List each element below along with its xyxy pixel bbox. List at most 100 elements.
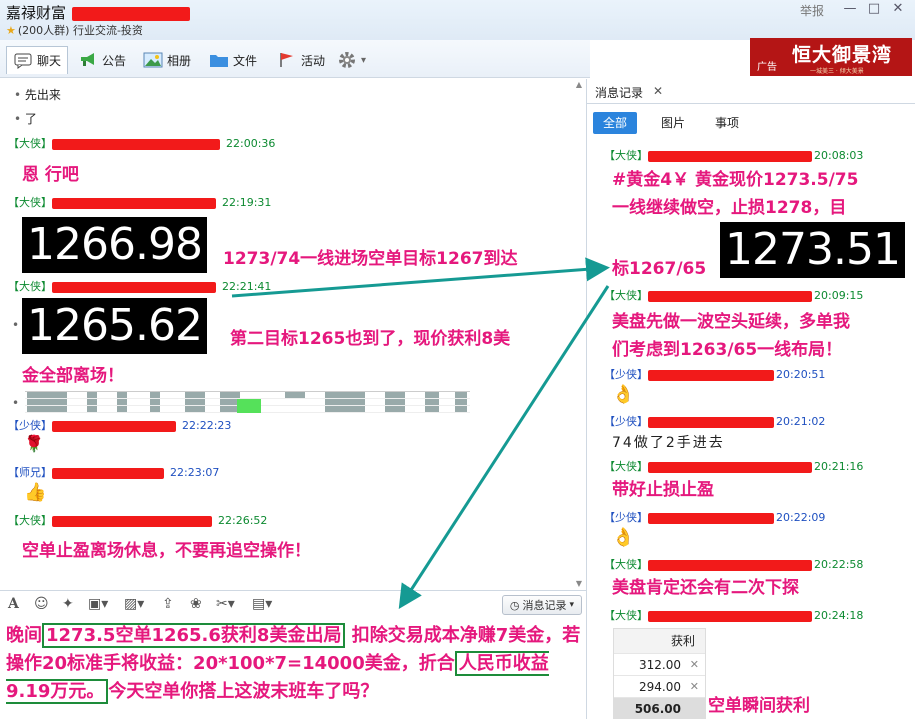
folder-icon [209, 51, 229, 69]
message-sender[interactable]: 【大侠】 20:09:15 [604, 287, 863, 303]
shake-icon[interactable]: ❀ [190, 596, 202, 612]
message-sender[interactable]: 【少侠】 20:22:09 [604, 509, 825, 525]
report-link[interactable]: 举报 [800, 2, 824, 19]
filter-images[interactable]: 图片 [651, 112, 695, 134]
message-text: 们考虑到1263/65一线布局！ [612, 340, 843, 360]
group-meta: ★ (200人群) 行业交流-投资 [6, 24, 143, 37]
chat-scrollbar[interactable]: ▲ ▼ [573, 80, 585, 588]
list-item: • 先出来 [14, 88, 61, 102]
ok-hand-icon: 👌 [612, 384, 635, 405]
message-sender[interactable]: 【大侠】 20:22:58 [604, 556, 863, 572]
redacted-block [52, 281, 216, 293]
settings-menu[interactable]: ▾ [337, 46, 366, 74]
scroll-down-icon[interactable]: ▼ [573, 579, 585, 588]
tab-files[interactable]: 文件 [209, 46, 257, 74]
font-icon[interactable]: A [8, 596, 19, 612]
message-sender[interactable]: 【少侠】 20:20:51 [604, 366, 825, 382]
list-item: • 了 [14, 112, 37, 126]
ad-banner[interactable]: 广告 恒大御景湾 一城美三 · 倾大美景 [750, 38, 912, 76]
group-name: 嘉禄财富 [6, 4, 67, 22]
chevron-down-icon: ▾ [361, 54, 367, 66]
magic-wand-icon[interactable]: ✦ [62, 596, 74, 612]
redacted-block [648, 416, 774, 428]
gear-icon [337, 51, 357, 69]
price-screenshot: 1266.98 [22, 217, 207, 273]
scissors-icon[interactable]: ✂▾ [216, 596, 235, 612]
highlight-box: 1273.5空单1265.6获利8美金出局 [42, 623, 346, 648]
photo-icon [143, 51, 163, 69]
message-text: 74做了2手进去 [612, 435, 725, 451]
profit-table: 获利 312.00 ✕ 294.00 ✕ 506.00 [613, 628, 706, 719]
message-sender[interactable]: 【少侠】 20:21:02 [604, 413, 825, 429]
message-sender[interactable]: 【大侠】 22:00:36 [8, 135, 275, 151]
tab-album[interactable]: 相册 [143, 46, 191, 74]
price-screenshot: 1265.62 [22, 298, 207, 354]
message-sender[interactable]: 【大侠】 22:19:31 [8, 194, 271, 210]
close-icon[interactable]: ✕ [690, 676, 699, 698]
redacted-block [52, 420, 176, 432]
redacted-block [71, 6, 190, 21]
more-icon[interactable]: ▤▾ [252, 596, 272, 612]
table-header: 获利 [614, 629, 705, 653]
message-text: 美盘肯定还会有二次下探 [612, 578, 799, 598]
maximize-button[interactable]: □ [863, 0, 885, 18]
message-sender[interactable]: 【大侠】 22:21:41 [8, 278, 271, 294]
megaphone-icon [78, 51, 98, 69]
ad-brand: 恒大御景湾 [792, 44, 893, 66]
close-icon[interactable]: ✕ [690, 654, 699, 676]
table-row: 312.00 ✕ [614, 653, 705, 675]
flag-icon [277, 51, 297, 69]
close-button[interactable]: ✕ [887, 0, 909, 18]
upload-icon[interactable]: ⇪ [162, 596, 174, 612]
redacted-block [52, 515, 212, 527]
close-icon[interactable]: ✕ [653, 84, 663, 98]
redacted-block [52, 197, 216, 209]
message-text: 1273/74一线进场空单目标1267到达 [223, 249, 518, 269]
filter-items[interactable]: 事项 [705, 112, 749, 134]
message-sender[interactable]: 【大侠】 20:08:03 [604, 147, 863, 163]
chat-bubble-icon [13, 52, 33, 70]
message-sender[interactable]: 【大侠】 20:24:18 [604, 607, 863, 623]
message-sender[interactable]: 【大侠】 20:21:16 [604, 458, 863, 474]
star-icon: ★ [6, 24, 16, 37]
tab-chat[interactable]: 聊天 [6, 46, 69, 74]
title-bar: 嘉禄财富 ★ (200人群) 行业交流-投资 举报 — □ ✕ [0, 0, 915, 40]
message-sender[interactable]: 【师兄】 22:23:07 [8, 464, 219, 480]
message-sender[interactable]: 【少侠】 22:22:23 [8, 417, 231, 433]
history-tab[interactable]: 消息记录 [595, 84, 643, 101]
message-text: 空单瞬间获利 [708, 696, 810, 716]
message-text: 带好止损止盈 [612, 480, 714, 500]
gift-icon[interactable]: ▣▾ [88, 596, 108, 612]
emoji-icon[interactable]: ☺ [34, 596, 49, 612]
redacted-block [648, 461, 812, 473]
redacted-block [648, 610, 812, 622]
redacted-block [52, 138, 220, 150]
redacted-block [648, 512, 774, 524]
ad-tag: 广告 [757, 62, 777, 73]
message-sender[interactable]: 【大侠】 22:26:52 [8, 512, 267, 528]
redacted-block [648, 369, 774, 381]
redacted-block [52, 467, 164, 479]
table-row: 294.00 ✕ [614, 675, 705, 697]
scroll-up-icon[interactable]: ▲ [573, 80, 585, 89]
ok-hand-icon: 👌 [612, 527, 635, 548]
group-title: 嘉禄财富 [6, 2, 190, 23]
message-text: #黄金4￥ 黄金现价1273.5/75 [612, 170, 859, 190]
clock-icon: ◷ [509, 598, 520, 612]
tab-notice[interactable]: 公告 [78, 46, 126, 74]
minimize-button[interactable]: — [839, 0, 861, 18]
group-toolbar: 聊天 公告 相册 文件 活动 ▾ [0, 40, 590, 78]
image-icon[interactable]: ▨▾ [124, 596, 144, 612]
message-text: 美盘先做一波空头延续，多单我 [612, 312, 850, 332]
rose-icon: 🌹 [24, 434, 44, 453]
filter-all[interactable]: 全部 [593, 112, 638, 134]
ad-slogan: 一城美三 · 倾大美景 [810, 68, 864, 75]
message-history-button[interactable]: ◷ 消息记录 ▾ [502, 595, 582, 615]
message-text: 标1267/65 [612, 259, 707, 279]
thumbs-up-icon: 👍 [24, 482, 47, 503]
redacted-block [648, 150, 812, 162]
redacted-block [648, 559, 812, 571]
message-text: 空单止盈离场休息，不要再追空操作！ [22, 541, 311, 561]
summary-annotation: 晚间 1273.5空单1265.6获利8美金出局 扣除交易成本净赚7美金，若操作2… [6, 623, 581, 704]
tab-activity[interactable]: 活动 [277, 46, 325, 74]
